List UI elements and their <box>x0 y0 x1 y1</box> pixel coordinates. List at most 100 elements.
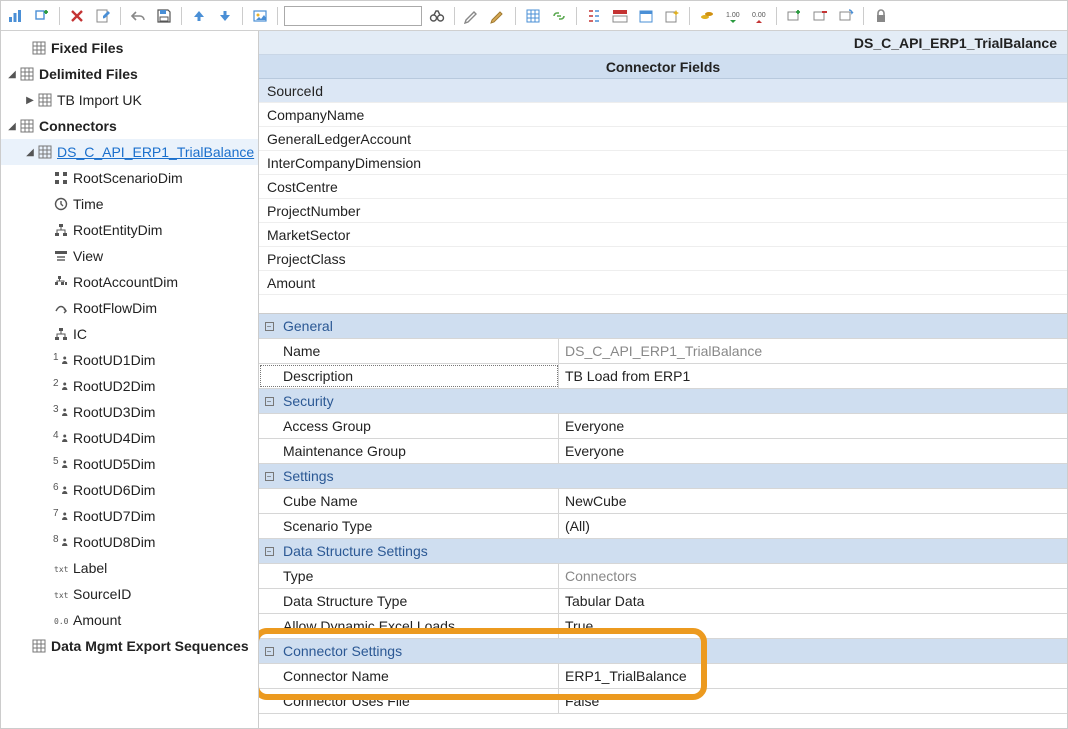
tree-node-data-mgmt[interactable]: Data Mgmt Export Sequences <box>1 633 258 659</box>
collapse-icon[interactable]: ◢ <box>7 121 17 132</box>
down-icon[interactable] <box>214 5 236 27</box>
tree-node-child[interactable]: 0.0Amount <box>1 607 258 633</box>
tree-node-child[interactable]: 8RootUD8Dim <box>1 529 258 555</box>
separator <box>277 7 278 25</box>
pg-row-scenario-type[interactable]: Scenario Type(All) <box>259 514 1067 539</box>
pg-row-data-structure-type[interactable]: Data Structure TypeTabular Data <box>259 589 1067 614</box>
field-row[interactable]: MarketSector <box>259 223 1067 247</box>
tree-label: RootUD5Dim <box>73 456 155 472</box>
pg-category-general[interactable]: −General <box>259 314 1067 339</box>
node-icon <box>53 196 69 212</box>
field-row[interactable]: Amount <box>259 271 1067 295</box>
pg-row-maintenance-group[interactable]: Maintenance GroupEveryone <box>259 439 1067 464</box>
refresh-grid-icon[interactable] <box>835 5 857 27</box>
pg-row-type[interactable]: TypeConnectors <box>259 564 1067 589</box>
collapse-icon[interactable]: − <box>259 639 279 663</box>
tree-node-child[interactable]: 4RootUD4Dim <box>1 425 258 451</box>
separator <box>454 7 455 25</box>
tree-label: TB Import UK <box>57 92 142 108</box>
tree-node-child[interactable]: Time <box>1 191 258 217</box>
tree-node-child[interactable]: 1RootUD1Dim <box>1 347 258 373</box>
tree-node-child[interactable]: 3RootUD3Dim <box>1 399 258 425</box>
property-grid[interactable]: −General NameDS_C_API_ERP1_TrialBalance … <box>259 313 1067 728</box>
save-icon[interactable] <box>153 5 175 27</box>
tree-node-delimited-files[interactable]: ◢ Delimited Files <box>1 61 258 87</box>
tree-node-child[interactable]: RootFlowDim <box>1 295 258 321</box>
field-row[interactable]: ProjectNumber <box>259 199 1067 223</box>
collapse-icon[interactable]: ◢ <box>7 69 17 80</box>
collapse-icon[interactable]: − <box>259 539 279 563</box>
link-icon[interactable] <box>548 5 570 27</box>
coins-icon[interactable] <box>696 5 718 27</box>
tree-node-child[interactable]: RootAccountDim <box>1 269 258 295</box>
tree-pane[interactable]: Fixed Files ◢ Delimited Files ▶ TB Impor… <box>1 31 259 728</box>
pg-row-cube-name[interactable]: Cube NameNewCube <box>259 489 1067 514</box>
tree-node-child[interactable]: 2RootUD2Dim <box>1 373 258 399</box>
collapse-icon[interactable]: ◢ <box>25 147 35 158</box>
pg-row-name[interactable]: NameDS_C_API_ERP1_TrialBalance <box>259 339 1067 364</box>
add-icon[interactable] <box>31 5 53 27</box>
field-row[interactable]: GeneralLedgerAccount <box>259 127 1067 151</box>
undo-icon[interactable] <box>127 5 149 27</box>
collapse-icon[interactable]: − <box>259 464 279 488</box>
expand-icon[interactable]: ▶ <box>25 95 35 106</box>
grid-icon <box>31 638 47 654</box>
search-input[interactable] <box>284 6 422 26</box>
pg-row-access-group[interactable]: Access GroupEveryone <box>259 414 1067 439</box>
tree-expand-icon[interactable] <box>583 5 605 27</box>
remove-grid-icon[interactable] <box>809 5 831 27</box>
tree-node-child[interactable]: 6RootUD6Dim <box>1 477 258 503</box>
pg-row-description[interactable]: DescriptionTB Load from ERP1 <box>259 364 1067 389</box>
tree-node-child[interactable]: RootEntityDim <box>1 217 258 243</box>
pg-category-connector[interactable]: −Connector Settings <box>259 639 1067 664</box>
field-row[interactable]: CostCentre <box>259 175 1067 199</box>
tree-node-child[interactable]: RootScenarioDim <box>1 165 258 191</box>
pencil-icon[interactable] <box>461 5 483 27</box>
delete-icon[interactable] <box>66 5 88 27</box>
table-filter-icon[interactable] <box>609 5 631 27</box>
pg-row-allow-dyn-excel[interactable]: Allow Dynamic Excel LoadsTrue <box>259 614 1067 639</box>
separator <box>689 7 690 25</box>
up-icon[interactable] <box>188 5 210 27</box>
tree-label: RootEntityDim <box>73 222 162 238</box>
add-grid-icon[interactable] <box>783 5 805 27</box>
pencil2-icon[interactable] <box>487 5 509 27</box>
svg-text:0.0: 0.0 <box>54 617 68 626</box>
decrease-decimal-icon[interactable]: 0.00 <box>748 5 770 27</box>
tree-node-child[interactable]: IC <box>1 321 258 347</box>
pg-category-security[interactable]: −Security <box>259 389 1067 414</box>
grid-icon <box>31 40 47 56</box>
tree-node-child[interactable]: txtSourceID <box>1 581 258 607</box>
collapse-icon[interactable]: − <box>259 314 279 338</box>
image-icon[interactable] <box>249 5 271 27</box>
tree-node-child[interactable]: txtLabel <box>1 555 258 581</box>
field-row[interactable]: CompanyName <box>259 103 1067 127</box>
field-row[interactable]: ProjectClass <box>259 247 1067 271</box>
grid-icon[interactable] <box>522 5 544 27</box>
tree-node-child[interactable]: 7RootUD7Dim <box>1 503 258 529</box>
tree-node-child[interactable]: View <box>1 243 258 269</box>
fields-list[interactable]: SourceIdCompanyNameGeneralLedgerAccountI… <box>259 79 1067 295</box>
increase-decimal-icon[interactable]: 1.00 <box>722 5 744 27</box>
collapse-icon[interactable]: − <box>259 389 279 413</box>
tree-node-ds-connector[interactable]: ◢ DS_C_API_ERP1_TrialBalance <box>1 139 258 165</box>
svg-text:txt: txt <box>54 565 68 574</box>
field-row[interactable]: InterCompanyDimension <box>259 151 1067 175</box>
lock-icon[interactable] <box>870 5 892 27</box>
binoculars-icon[interactable] <box>426 5 448 27</box>
chart-icon[interactable] <box>5 5 27 27</box>
sparkle-grid-icon[interactable] <box>661 5 683 27</box>
field-row[interactable]: SourceId <box>259 79 1067 103</box>
edit-form-icon[interactable] <box>92 5 114 27</box>
node-icon: 1 <box>53 352 69 368</box>
pg-category-dss[interactable]: −Data Structure Settings <box>259 539 1067 564</box>
pg-row-connector-name[interactable]: Connector NameERP1_TrialBalance <box>259 664 1067 689</box>
tree-node-fixed-files[interactable]: Fixed Files <box>1 35 258 61</box>
tree-node-tb-import[interactable]: ▶ TB Import UK <box>1 87 258 113</box>
tree-node-child[interactable]: 5RootUD5Dim <box>1 451 258 477</box>
tree-node-connectors[interactable]: ◢ Connectors <box>1 113 258 139</box>
pg-category-settings[interactable]: −Settings <box>259 464 1067 489</box>
node-icon: 5 <box>53 456 69 472</box>
calendar-icon[interactable] <box>635 5 657 27</box>
pg-row-connector-uses-file[interactable]: Connector Uses FileFalse <box>259 689 1067 714</box>
